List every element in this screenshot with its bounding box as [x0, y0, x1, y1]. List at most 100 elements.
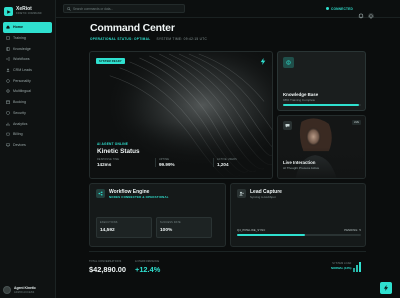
load-bar: [353, 267, 355, 272]
system-load-label: SYSTEM LOAD: [332, 262, 352, 265]
stat-value: 142ms: [97, 162, 112, 167]
knowledge-icon: [6, 46, 10, 51]
stat-uptime: UPTIME 99.99%: [155, 158, 201, 167]
system-time: SYSTEM TIME: 09:42:15 UTC: [156, 37, 208, 41]
stat-value: $42,890.00: [89, 265, 126, 274]
status-line: OPERATIONAL STATUS: OPTIMAL SYSTEM TIME:…: [90, 37, 207, 41]
sidebar-nav: Home Training Knowledge Workflows CRM Le…: [0, 22, 55, 150]
stat-label: SUCCESS RATE: [160, 221, 181, 224]
stat-label: EXECUTIONS: [100, 221, 118, 224]
devices-icon: [6, 143, 10, 147]
search-input[interactable]: [73, 6, 173, 11]
multilingual-icon: [6, 89, 10, 94]
brand-subtitle: KINETIC COMMAND: [16, 12, 42, 16]
top-bar: CONNECTED: [56, 0, 400, 19]
sidebar-item-devices[interactable]: Devices: [3, 140, 52, 151]
personality-icon: [6, 79, 10, 83]
stat-label: TOTAL CONVERSATIONS: [89, 260, 122, 263]
knowledge-base-card[interactable]: Knowledge Base 98% Training Complete: [277, 51, 366, 111]
stat-active-users: ACTIVE USERS 1,204: [213, 158, 259, 167]
sidebar-item-security[interactable]: Security: [3, 108, 52, 119]
sidebar-item-label: CRM Leads: [13, 68, 32, 73]
status-dot-icon: [326, 7, 329, 10]
page-title: Command Center: [90, 22, 175, 34]
sidebar-item-billing[interactable]: Billing: [3, 129, 52, 140]
bell-icon[interactable]: [358, 6, 364, 18]
knowledge-base-title: Knowledge Base: [283, 92, 319, 97]
brain-icon: [283, 57, 294, 68]
hero-stats: RESPONSE TIME 142ms UPTIME 99.99% ACTIVE…: [97, 158, 271, 167]
sidebar-item-label: Billing: [13, 132, 23, 137]
sync-progress-fill: [237, 234, 306, 236]
load-bar: [356, 265, 358, 272]
sync-row: Q4_PIPELINE_SYNC PENDING: 5: [237, 229, 361, 232]
stat-label: UPTIME: [159, 158, 170, 161]
sidebar-item-label: Workflows: [13, 57, 30, 62]
sidebar: XeRiot KINETIC COMMAND Home Training Kno…: [0, 0, 56, 298]
kinetic-status-title: Kinetic Status: [97, 148, 140, 155]
user-plus-icon: [237, 189, 246, 198]
system-load-bars: [353, 262, 361, 272]
live-interaction-card[interactable]: LIVE Live Interaction AI Thought Process…: [277, 115, 366, 179]
system-ready-badge: SYSTEM READY: [96, 58, 125, 64]
sidebar-item-label: Analytics: [13, 121, 28, 126]
booking-icon: [6, 100, 10, 104]
lead-capture-subtitle: Syncing to HubSpot: [250, 195, 276, 199]
quick-action-button[interactable]: [380, 282, 392, 294]
user-role: ADMIN ACCESS: [14, 291, 35, 294]
sidebar-item-label: Devices: [13, 142, 26, 147]
search-box[interactable]: [63, 4, 185, 13]
live-badge: LIVE: [351, 120, 361, 125]
stat-response-time: RESPONSE TIME 142ms: [97, 158, 143, 167]
chat-icon: [283, 121, 292, 130]
training-icon: [6, 36, 10, 40]
success-rate-stat: SUCCESS RATE 100%: [156, 217, 212, 238]
sidebar-item-knowledge[interactable]: Knowledge: [3, 43, 52, 54]
workflow-engine-subtitle: NODES CONNECTED & OPERATIONAL: [109, 195, 169, 199]
avatar: [3, 286, 11, 294]
crm-icon: [6, 68, 10, 72]
bolt-icon: [383, 285, 389, 291]
sync-progress-bar: [237, 234, 361, 236]
sidebar-item-training[interactable]: Training: [3, 33, 52, 44]
lightning-icon: [260, 58, 266, 65]
total-conversations-stat: TOTAL CONVERSATIONS $42,890.00: [89, 260, 126, 274]
workflow-engine-card[interactable]: Workflow Engine NODES CONNECTED & OPERAT…: [89, 183, 226, 247]
connection-label: CONNECTED: [331, 6, 353, 11]
lead-capture-card[interactable]: Lead Capture Syncing to HubSpot Q4_PIPEL…: [230, 183, 366, 247]
kinetic-status-card[interactable]: SYSTEM READY AI AGENT ONLINE Kinetic Sta…: [89, 51, 273, 179]
sidebar-item-crm-leads[interactable]: CRM Leads: [3, 65, 52, 76]
sidebar-item-home[interactable]: Home: [3, 22, 52, 33]
ai-performance-stat: AI PERFORMANCE +12.4%: [135, 260, 160, 274]
sidebar-item-label: Booking: [13, 100, 26, 105]
training-progress-fill: [283, 104, 360, 106]
billing-icon: [6, 132, 10, 136]
brand[interactable]: XeRiot KINETIC COMMAND: [0, 0, 55, 18]
brand-logo-icon: [4, 7, 13, 16]
load-bar: [359, 262, 361, 272]
sidebar-item-analytics[interactable]: Analytics: [3, 118, 52, 129]
analytics-icon: [6, 122, 10, 126]
stat-label: ACTIVE USERS: [217, 158, 237, 161]
stat-value: +12.4%: [135, 265, 161, 274]
sidebar-item-personality[interactable]: Personality: [3, 75, 52, 86]
user-profile[interactable]: Agent Kinetic ADMIN ACCESS: [3, 286, 53, 294]
sidebar-item-workflows[interactable]: Workflows: [3, 54, 52, 65]
footer-stats: TOTAL CONVERSATIONS $42,890.00 AI PERFOR…: [89, 251, 366, 277]
live-interaction-subtitle: AI Thought Process Active: [283, 166, 320, 170]
agent-online-label: AI AGENT ONLINE: [97, 142, 129, 146]
home-icon: [6, 25, 10, 29]
sidebar-item-booking[interactable]: Booking: [3, 97, 52, 108]
stat-value: 100%: [160, 228, 173, 233]
gear-icon[interactable]: [368, 6, 374, 19]
sync-pending-count: PENDING: 5: [344, 229, 361, 232]
training-progress-bar: [283, 104, 361, 106]
executions-stat: EXECUTIONS 14,592: [96, 217, 152, 238]
stat-value: 14,592: [100, 228, 115, 233]
user-name: Agent Kinetic: [14, 286, 36, 290]
sidebar-item-label: Training: [13, 36, 26, 41]
system-load-value: NORMAL (12%): [331, 266, 352, 270]
sidebar-item-label: Home: [13, 25, 23, 30]
security-icon: [6, 111, 10, 115]
sidebar-item-multilingual[interactable]: Multilingual: [3, 86, 52, 97]
